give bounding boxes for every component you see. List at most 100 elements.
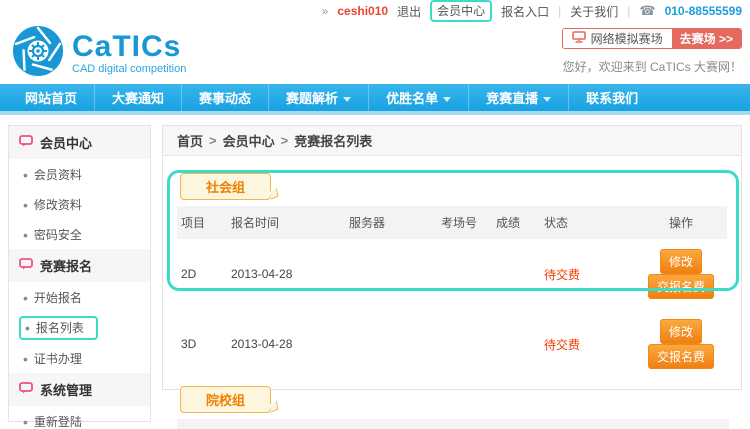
member-center-link[interactable]: 会员中心 (430, 0, 492, 22)
column-header-服务器: 服务器 (519, 419, 591, 429)
logout-link[interactable]: 退出 (397, 3, 421, 20)
chevron-down-icon (343, 97, 351, 102)
bullet-icon: • (23, 170, 28, 180)
sim-arena-label: 网络模拟赛场 (591, 30, 663, 47)
signup-entry-link[interactable]: 报名入口 (501, 3, 549, 20)
greeting-text: 您好，欢迎来到 CaTICs 大赛网！ (562, 58, 742, 75)
bullet-icon: • (23, 230, 28, 240)
nav-item-优胜名单[interactable]: 优胜名单 (368, 84, 468, 111)
phone-number: 010-88555599 (665, 4, 742, 18)
separator: | (558, 4, 561, 18)
column-header-项目: 项目 (389, 419, 427, 429)
bullet-icon: • (23, 293, 28, 303)
column-header-状态: 状态 (540, 206, 635, 239)
nav-item-label: 赛事动态 (199, 88, 251, 107)
chevron-down-icon (443, 97, 451, 102)
table-header-row: ID报名时间团队名项目时段服务器考场号成绩状态操作 (177, 419, 729, 429)
table-cell (345, 239, 437, 309)
nav-item-网站首页[interactable]: 网站首页 (8, 84, 94, 111)
site-header: CaTICs CAD digital competition 网络模拟赛场 去赛… (0, 22, 750, 84)
sidebar-item-开始报名[interactable]: •开始报名 (9, 282, 150, 312)
about-us-link[interactable]: 关于我们 (570, 3, 618, 20)
group-tab-院校组[interactable]: 院校组 (180, 386, 271, 413)
table-cell (492, 239, 540, 309)
status-cell: 待交费 (540, 309, 635, 379)
sidebar-item-报名列表[interactable]: •报名列表 (9, 312, 150, 343)
sidebar-item-重新登陆[interactable]: • 重新登陆 (9, 406, 150, 429)
column-header-状态: 状态 (683, 419, 729, 429)
column-header-报名时间: 报名时间 (227, 206, 345, 239)
breadcrumb: 首页>会员中心>竞赛报名列表 (163, 126, 741, 156)
modify-button[interactable]: 修改 (660, 249, 702, 274)
sidebar-item-label: 重新登陆 (34, 413, 82, 429)
chat-bubble-icon (19, 382, 33, 397)
breadcrumb-part-首页[interactable]: 首页 (177, 131, 203, 150)
column-header-服务器: 服务器 (345, 206, 437, 239)
column-header-团队名: 团队名 (305, 419, 389, 429)
nav-item-label: 赛题解析 (286, 88, 338, 107)
nav-item-赛题解析[interactable]: 赛题解析 (268, 84, 368, 111)
sidebar-section-系统管理: 系统管理 (9, 373, 150, 406)
status-badge: 待交费 (544, 268, 580, 282)
pay-fee-button[interactable]: 交报名费 (648, 274, 714, 299)
logo-subtitle: CAD digital competition (72, 63, 186, 75)
pay-fee-button[interactable]: 交报名费 (648, 344, 714, 369)
username-label: ceshi010 (337, 4, 388, 18)
phone-icon: ☎ (639, 3, 655, 19)
site-logo[interactable]: CaTICs CAD digital competition (12, 25, 186, 82)
sidebar-item-label: 报名列表 (36, 319, 84, 336)
breadcrumb-part-会员中心[interactable]: 会员中心 (223, 131, 275, 150)
table-row: 3D2013-04-28待交费修改交报名费 (177, 309, 727, 379)
nav-item-大赛通知[interactable]: 大赛通知 (94, 84, 181, 111)
page-content: 会员中心•会员资料•修改资料•密码安全竞赛报名•开始报名•报名列表•证书办理系统… (0, 115, 750, 429)
sidebar-item-label: 修改资料 (34, 196, 82, 213)
table-cell (345, 309, 437, 379)
nav-item-赛事动态[interactable]: 赛事动态 (181, 84, 268, 111)
main-panel: 首页>会员中心>竞赛报名列表 社会组项目报名时间服务器考场号成绩状态操作2D20… (162, 125, 742, 390)
nav-item-label: 优胜名单 (386, 88, 438, 107)
sidebar-section-竞赛报名: 竞赛报名 (9, 249, 150, 282)
sim-arena-button[interactable]: 网络模拟赛场 (563, 29, 672, 48)
logo-shutter-icon (12, 25, 64, 82)
nav-item-label: 竞赛直播 (486, 88, 538, 107)
top-utility-bar: » ceshi010 退出 会员中心 报名入口 | 关于我们 | ☎ 010-8… (0, 0, 750, 22)
column-header-报名时间: 报名时间 (209, 419, 305, 429)
sidebar-item-label: 密码安全 (34, 226, 82, 243)
status-badge: 待交费 (544, 338, 580, 352)
table-header-row: 项目报名时间服务器考场号成绩状态操作 (177, 206, 727, 239)
sidebar-item-修改资料[interactable]: •修改资料 (9, 189, 150, 219)
table-cell: 2013-04-28 (227, 239, 345, 309)
table-cell (437, 309, 492, 379)
sidebar-item-密码安全[interactable]: • 密码安全 (9, 219, 150, 249)
status-cell: 待交费 (540, 239, 635, 309)
bullet-icon: • (23, 417, 28, 427)
chat-bubble-icon (19, 258, 33, 273)
main-nav: 网站首页大赛通知赛事动态 赛题解析 优胜名单 竞赛直播 联系我们 (0, 84, 750, 111)
chat-bubble-icon (19, 135, 33, 150)
column-header-成绩: 成绩 (492, 206, 540, 239)
sidebar-section-title: 系统管理 (40, 380, 92, 399)
sidebar-item-label: 会员资料 (34, 166, 82, 183)
sidebar-item-证书办理[interactable]: •证书办理 (9, 343, 150, 373)
sidebar-item-highlight: •报名列表 (19, 316, 98, 340)
breadcrumb-part-竞赛报名列表[interactable]: 竞赛报名列表 (294, 131, 372, 150)
sidebar-item-会员资料[interactable]: • 会员资料 (9, 159, 150, 189)
table-cell (437, 239, 492, 309)
nav-item-联系我们[interactable]: 联系我们 (568, 84, 655, 111)
column-header-考场号: 考场号 (591, 419, 643, 429)
table-社会组: 项目报名时间服务器考场号成绩状态操作2D2013-04-28待交费修改交报名费3… (177, 206, 727, 379)
logo-title: CaTICs (72, 32, 186, 62)
member-sidebar: 会员中心•会员资料•修改资料•密码安全竞赛报名•开始报名•报名列表•证书办理系统… (8, 125, 151, 422)
nav-item-竞赛直播[interactable]: 竞赛直播 (468, 84, 568, 111)
table-cell (492, 309, 540, 379)
go-arena-button[interactable]: 去赛场 >> (672, 29, 741, 48)
column-header-项目: 项目 (177, 206, 227, 239)
modify-button[interactable]: 修改 (660, 319, 702, 344)
table-cell: 2D (177, 239, 227, 309)
column-header-成绩: 成绩 (643, 419, 683, 429)
group-tab-社会组[interactable]: 社会组 (180, 173, 271, 200)
column-header-时段: 时段 (427, 419, 519, 429)
sidebar-section-会员中心: 会员中心 (9, 126, 150, 159)
actions-cell: 修改交报名费 (635, 239, 727, 309)
sidebar-item-label: 证书办理 (34, 350, 82, 367)
